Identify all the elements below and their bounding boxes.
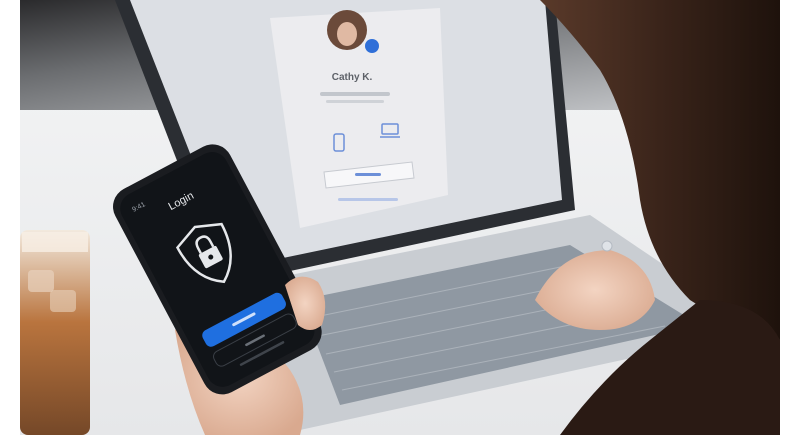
verified-badge-icon [365, 39, 379, 53]
laptop-footer-link[interactable] [338, 198, 398, 201]
profile-subtitle-line-2 [326, 100, 384, 103]
photo-scene: Cathy K. 9:41 Login [0, 0, 789, 439]
profile-subtitle-line [320, 92, 390, 96]
ice-cube [28, 270, 54, 292]
glass-rim [22, 232, 88, 252]
avatar-face [337, 22, 357, 46]
ice-cube-2 [50, 290, 76, 312]
ring [601, 240, 613, 252]
iced-coffee-glass [20, 230, 90, 435]
laptop-button-label [355, 173, 381, 176]
profile-name: Cathy K. [332, 72, 373, 83]
